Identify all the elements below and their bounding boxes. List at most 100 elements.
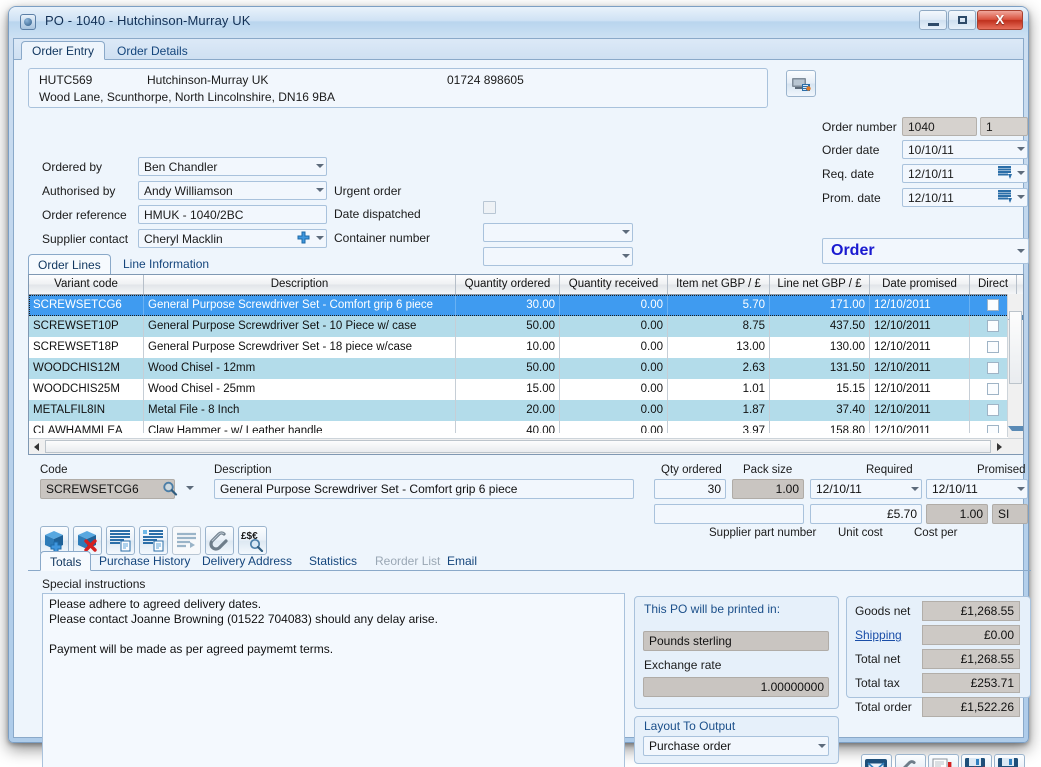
req-date-input[interactable]: 12/10/11 xyxy=(902,164,1028,183)
save-cancel-button[interactable] xyxy=(961,754,992,767)
order-lines-grid[interactable]: Variant code Description Quantity ordere… xyxy=(28,274,1024,455)
ordered-by-input[interactable]: Ben Chandler xyxy=(138,157,327,176)
cell-variant-code: SCREWSETCG6 xyxy=(29,295,144,316)
req-date-label: Req. date xyxy=(822,167,874,181)
table-row[interactable]: SCREWSETCG6General Purpose Screwdriver S… xyxy=(29,295,1023,316)
supplier-contact-input[interactable]: Cheryl Macklin xyxy=(138,229,327,248)
col-date-promised[interactable]: Date promised xyxy=(870,275,970,294)
tab-statistics[interactable]: Statistics xyxy=(300,551,366,571)
line-description-label: Description xyxy=(214,464,272,476)
table-row[interactable]: SCREWSET10PGeneral Purpose Screwdriver S… xyxy=(29,316,1023,337)
code-label: Code xyxy=(40,464,68,476)
tab-reorder-list[interactable]: Reorder List xyxy=(366,551,449,571)
tab-order-details[interactable]: Order Details xyxy=(106,41,199,60)
required-date-input[interactable]: 12/10/11 xyxy=(810,479,922,499)
authorised-by-input[interactable]: Andy Williamson xyxy=(138,181,327,200)
grid-vertical-scrollbar[interactable] xyxy=(1007,294,1023,437)
qty-ordered-input[interactable]: 30 xyxy=(654,479,726,499)
code-input[interactable]: SCREWSETCG6 xyxy=(40,479,175,499)
grid-body: SCREWSETCG6General Purpose Screwdriver S… xyxy=(29,295,1023,433)
save-button[interactable] xyxy=(994,754,1025,767)
urgent-order-label: Urgent order xyxy=(334,184,401,198)
order-date-input[interactable]: 10/10/11 xyxy=(902,140,1028,159)
add-line-icon xyxy=(43,529,66,552)
title-bar[interactable]: PO - 1040 - Hutchinson-Murray UK X xyxy=(9,7,1028,37)
direct-checkbox[interactable] xyxy=(987,341,999,353)
grid-horizontal-scrollbar[interactable] xyxy=(29,438,1023,454)
layout-output-select[interactable]: Purchase order xyxy=(643,736,829,756)
scroll-up-button[interactable] xyxy=(1008,294,1023,310)
bottom-tabstrip: Totals Purchase History Delivery Address… xyxy=(28,550,1031,571)
supplier-details-button[interactable] xyxy=(786,70,816,97)
close-button[interactable]: X xyxy=(977,10,1023,30)
date-dispatched-label: Date dispatched xyxy=(334,207,421,221)
table-row[interactable]: SCREWSET18PGeneral Purpose Screwdriver S… xyxy=(29,337,1023,358)
table-row[interactable]: WOODCHIS25MWood Chisel - 25mm15.000.001.… xyxy=(29,379,1023,400)
minimize-button[interactable] xyxy=(919,10,947,30)
col-line-net[interactable]: Line net GBP / £ xyxy=(770,275,870,294)
main-tabstrip: Order Entry Order Details xyxy=(14,39,1023,60)
table-row[interactable]: CLAWHAMMLEAClaw Hammer - w/ Leather hand… xyxy=(29,421,1023,433)
line-description-input[interactable]: General Purpose Screwdriver Set - Comfor… xyxy=(214,479,634,499)
direct-checkbox[interactable] xyxy=(987,383,999,395)
document-alert-button[interactable] xyxy=(928,754,959,767)
vertical-scroll-thumb[interactable] xyxy=(1009,311,1022,384)
prom-date-input[interactable]: 12/10/11 xyxy=(902,188,1028,207)
ordered-by-label: Ordered by xyxy=(42,160,102,174)
scroll-right-button[interactable] xyxy=(991,439,1007,454)
col-direct[interactable]: Direct xyxy=(970,275,1017,294)
email-button[interactable] xyxy=(861,754,892,767)
insert-line-icon xyxy=(142,529,165,552)
total-label-shipping[interactable]: Shipping xyxy=(855,628,902,642)
tab-order-lines[interactable]: Order Lines xyxy=(28,254,111,274)
col-item-net[interactable]: Item net GBP / £ xyxy=(668,275,770,294)
cost-per-input[interactable]: 1.00 xyxy=(926,504,988,524)
direct-checkbox[interactable] xyxy=(987,425,999,433)
cell-item-net: 1.01 xyxy=(668,379,770,400)
tab-email[interactable]: Email xyxy=(438,551,486,571)
cell-qty-received: 0.00 xyxy=(560,379,668,400)
unit-cost-input[interactable]: £5.70 xyxy=(810,504,922,524)
window-client-area: Order Entry Order Details HUTC569 Hutchi… xyxy=(13,38,1024,738)
cell-date-promised: 12/10/2011 xyxy=(870,337,970,358)
cell-item-net: 2.63 xyxy=(668,358,770,379)
table-row[interactable]: WOODCHIS12MWood Chisel - 12mm50.000.002.… xyxy=(29,358,1023,379)
direct-checkbox[interactable] xyxy=(987,299,999,311)
col-variant-code[interactable]: Variant code xyxy=(29,275,144,294)
unit-cost-label: Unit cost xyxy=(838,527,883,539)
tab-purchase-history[interactable]: Purchase History xyxy=(90,551,199,571)
maximize-button[interactable] xyxy=(948,10,976,30)
col-description[interactable]: Description xyxy=(144,275,456,294)
promised-date-input[interactable]: 12/10/11 xyxy=(926,479,1028,499)
required-label: Required xyxy=(866,464,913,476)
tab-order-entry[interactable]: Order Entry xyxy=(21,41,105,60)
direct-checkbox[interactable] xyxy=(987,320,999,332)
total-label-goods-net: Goods net xyxy=(855,604,910,618)
list-lines-icon xyxy=(175,529,198,552)
supplier-name: Hutchinson-Murray UK xyxy=(147,73,268,87)
order-lines-tabstrip: Order Lines Line Information xyxy=(28,254,1031,274)
urgent-order-checkbox[interactable] xyxy=(483,201,496,214)
supplier-part-number-input[interactable] xyxy=(654,504,804,524)
order-reference-input[interactable]: HMUK - 1040/2BC xyxy=(138,205,327,224)
cell-line-net: 158.80 xyxy=(770,421,870,433)
tab-line-information[interactable]: Line Information xyxy=(114,254,218,274)
date-dispatched-input[interactable] xyxy=(483,223,633,242)
special-instructions-textarea[interactable]: Please adhere to agreed delivery dates. … xyxy=(42,593,625,767)
cell-qty-ordered: 50.00 xyxy=(456,316,560,337)
cell-qty-ordered: 30.00 xyxy=(456,295,560,316)
cell-line-net: 437.50 xyxy=(770,316,870,337)
horizontal-scroll-thumb[interactable] xyxy=(45,440,991,453)
attachments-button[interactable] xyxy=(895,754,926,767)
pack-size-value: 1.00 xyxy=(732,479,804,499)
scroll-down-button[interactable] xyxy=(1008,421,1023,437)
col-quantity-ordered[interactable]: Quantity ordered xyxy=(456,275,560,294)
tab-totals[interactable]: Totals xyxy=(40,551,91,571)
direct-checkbox[interactable] xyxy=(987,404,999,416)
table-row[interactable]: METALFIL8INMetal File - 8 Inch20.000.001… xyxy=(29,400,1023,421)
exchange-rate-label: Exchange rate xyxy=(644,658,721,672)
tab-delivery-address[interactable]: Delivery Address xyxy=(193,551,301,571)
scroll-left-button[interactable] xyxy=(29,439,45,454)
col-quantity-received[interactable]: Quantity received xyxy=(560,275,668,294)
direct-checkbox[interactable] xyxy=(987,362,999,374)
